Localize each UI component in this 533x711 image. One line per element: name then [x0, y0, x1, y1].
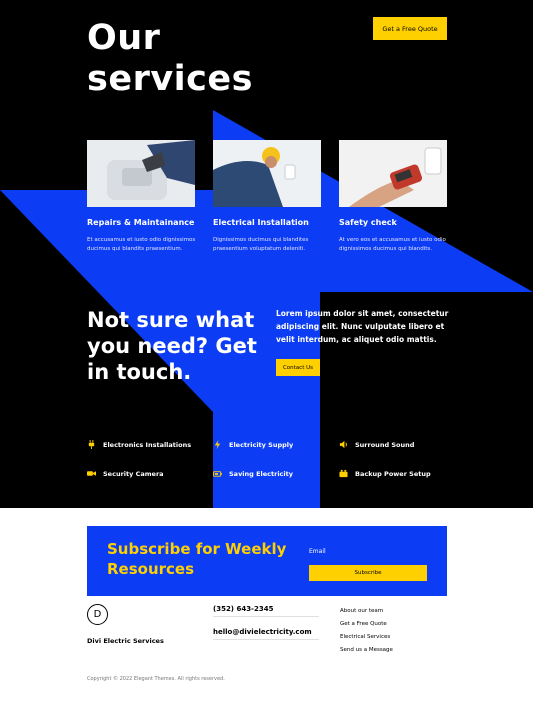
service-description: Dignissimos ducimus qui blandites praese… [213, 237, 309, 252]
battery-icon [213, 469, 222, 478]
feature-label: Electricity Supply [229, 440, 294, 449]
feature-label: Security Camera [103, 469, 164, 478]
logo[interactable]: D [87, 604, 108, 625]
blue-decorative-shape [0, 110, 533, 508]
plug-icon [87, 440, 96, 449]
service-title: Safety check [339, 218, 397, 227]
service-description: Et accusamus et iusto odio dignissimos d… [87, 237, 196, 252]
feature-label: Surround Sound [355, 440, 415, 449]
cta-heading: Not sure what you need? Get in touch. [87, 308, 257, 384]
feature-item: Security Camera [87, 469, 164, 478]
camera-icon [87, 469, 96, 478]
footer-link-services[interactable]: Electrical Services [340, 634, 390, 640]
feature-item: Backup Power Setup [339, 469, 431, 478]
company-name: Divi Electric Services [87, 637, 164, 645]
speaker-icon [339, 440, 348, 449]
feature-item: Saving Electricity [213, 469, 293, 478]
get-free-quote-button[interactable]: Get a Free Quote [373, 17, 447, 40]
phone-number[interactable]: (352) 643-2345 [213, 605, 319, 617]
email-label: Email [309, 548, 326, 555]
page-title: Our services [87, 18, 253, 99]
bolt-icon [213, 440, 222, 449]
subscribe-title: Subscribe for Weekly Resources [107, 540, 287, 578]
feature-label: Saving Electricity [229, 469, 293, 478]
footer-link-about[interactable]: About our team [340, 608, 383, 614]
footer-link-message[interactable]: Send us a Message [340, 647, 393, 653]
service-title: Electrical Installation [213, 218, 309, 227]
service-image-installation [213, 140, 321, 207]
service-title: Repairs & Maintainance [87, 218, 195, 227]
footer-link-quote[interactable]: Get a Free Quote [340, 621, 387, 627]
feature-label: Electronics Installations [103, 440, 192, 449]
feature-item: Electronics Installations [87, 440, 191, 449]
subscribe-section: Subscribe for Weekly Resources Email Sub… [87, 526, 447, 596]
cta-text: Lorem ipsum dolor sit amet, consectetur … [276, 309, 449, 344]
feature-item: Surround Sound [339, 440, 414, 449]
subscribe-button[interactable]: Subscribe [309, 565, 427, 581]
feature-item: Electricity Supply [213, 440, 293, 449]
power-box-icon [339, 469, 348, 478]
service-description: At vero eos et accusamus et iusto odio d… [339, 237, 446, 252]
services-hero-section: Our services Get a Free Quote Repairs & … [0, 0, 533, 508]
service-image-safety [339, 140, 447, 207]
contact-us-button[interactable]: Contact Us [276, 359, 320, 376]
feature-label: Backup Power Setup [355, 469, 431, 478]
email-address[interactable]: hello@divielectricity.com [213, 628, 319, 640]
copyright-text: Copyright © 2022 Elegant Themes. All rig… [87, 676, 225, 682]
service-image-repairs [87, 140, 195, 207]
